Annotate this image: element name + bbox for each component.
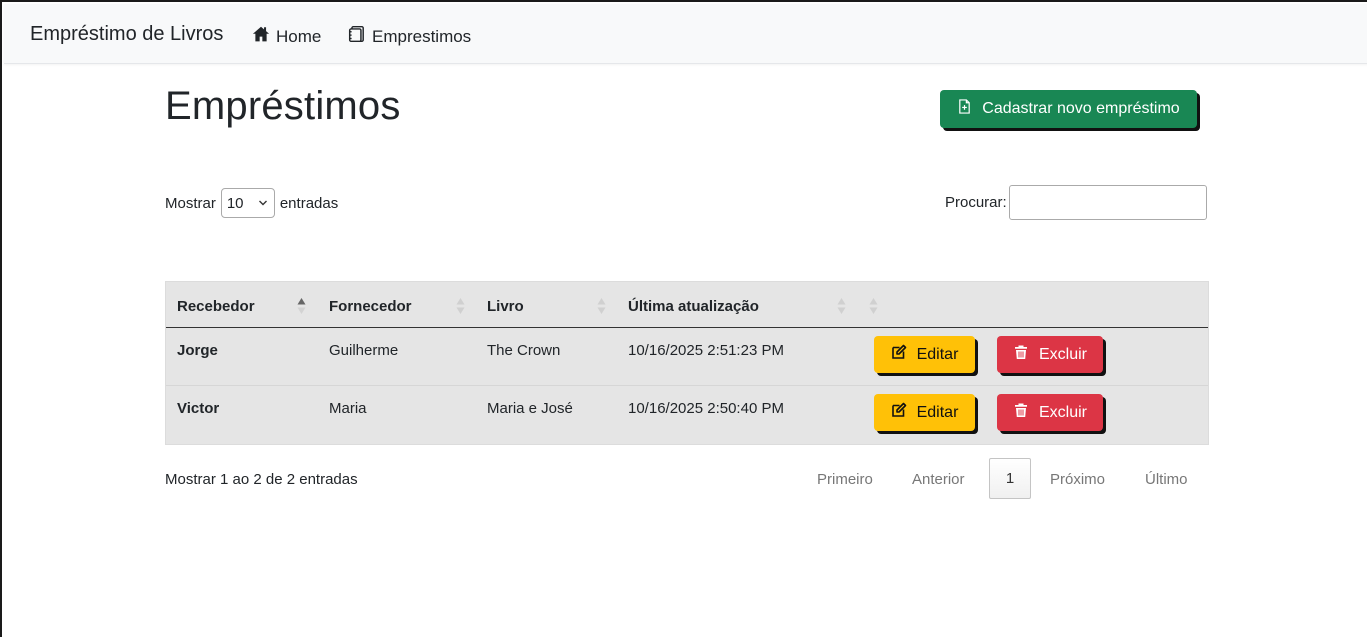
column-header-livro[interactable]: Livro (487, 298, 524, 315)
sort-icon[interactable] (837, 297, 846, 315)
nav-link-home-label: Home (276, 26, 322, 46)
chevron-down-icon (258, 195, 268, 212)
cell-atualizacao: 10/16/2025 2:51:23 PM (628, 342, 784, 359)
length-select-value: 10 (226, 194, 244, 212)
length-control: Mostrar 10 entradas (165, 188, 338, 218)
cell-fornecedor: Guilherme (329, 342, 399, 359)
length-suffix: entradas (279, 194, 339, 212)
cell-recebedor: Victor (177, 400, 220, 417)
edit-button[interactable]: Editar (874, 394, 975, 431)
loans-table: Recebedor Fornecedor Livro Última atuali… (165, 281, 1209, 445)
edit-button[interactable]: Editar (874, 336, 975, 373)
home-icon (252, 25, 270, 48)
nav-link-emprestimos-label: Emprestimos (372, 26, 472, 46)
delete-button-label: Excluir (1038, 345, 1087, 363)
length-prefix: Mostrar (165, 194, 216, 212)
search-input[interactable] (1008, 185, 1207, 220)
cell-atualizacao: 10/16/2025 2:50:40 PM (628, 400, 784, 417)
edit-button-label: Editar (916, 345, 959, 363)
edit-icon (891, 402, 907, 423)
pagination-previous[interactable]: Anterior (912, 471, 965, 488)
file-plus-icon (957, 99, 972, 119)
notebook-icon (348, 25, 366, 48)
nav-link-emprestimos[interactable]: Emprestimos (348, 25, 471, 48)
delete-button[interactable]: Excluir (997, 336, 1103, 373)
column-header-recebedor[interactable]: Recebedor (177, 298, 255, 315)
edit-button-label: Editar (916, 403, 959, 421)
delete-button[interactable]: Excluir (997, 394, 1103, 431)
pagination-next[interactable]: Próximo (1050, 471, 1105, 488)
cell-recebedor: Jorge (177, 342, 218, 359)
table-row: Victor Maria Maria e José 10/16/2025 2:5… (166, 386, 1208, 443)
cell-fornecedor: Maria (329, 400, 367, 417)
new-loan-button-label: Cadastrar novo empréstimo (982, 100, 1180, 117)
cell-livro: The Crown (487, 342, 561, 359)
table-header: Recebedor Fornecedor Livro Última atuali… (166, 282, 1208, 328)
nav-link-home[interactable]: Home (252, 25, 321, 48)
cell-livro: Maria e José (487, 400, 573, 417)
column-header-fornecedor[interactable]: Fornecedor (329, 298, 412, 315)
app-frame: Empréstimo de Livros Home Emprestimos Em… (0, 0, 1367, 637)
navbar: Empréstimo de Livros Home Emprestimos (4, 4, 1367, 64)
page-title: Empréstimos (165, 84, 401, 128)
navbar-brand[interactable]: Empréstimo de Livros (30, 23, 223, 46)
trash-icon (1013, 402, 1029, 423)
edit-icon (891, 344, 907, 365)
table-row: Jorge Guilherme The Crown 10/16/2025 2:5… (166, 328, 1208, 386)
delete-button-label: Excluir (1038, 403, 1087, 421)
sort-icon[interactable] (869, 297, 878, 315)
trash-icon (1013, 344, 1029, 365)
pagination-first[interactable]: Primeiro (817, 471, 873, 488)
sort-icon[interactable] (456, 297, 465, 315)
pagination-page-current[interactable]: 1 (989, 458, 1031, 499)
table-info: Mostrar 1 ao 2 de 2 entradas (165, 471, 358, 488)
search-label: Procurar: (945, 194, 1007, 211)
length-select[interactable]: 10 (220, 188, 275, 218)
search-control: Procurar: (945, 185, 1207, 220)
column-header-ultima-atualizacao[interactable]: Última atualização (628, 298, 759, 315)
pagination-last[interactable]: Último (1145, 471, 1188, 488)
sort-asc-icon[interactable] (297, 297, 306, 315)
new-loan-button[interactable]: Cadastrar novo empréstimo (940, 90, 1197, 128)
sort-icon[interactable] (597, 297, 606, 315)
